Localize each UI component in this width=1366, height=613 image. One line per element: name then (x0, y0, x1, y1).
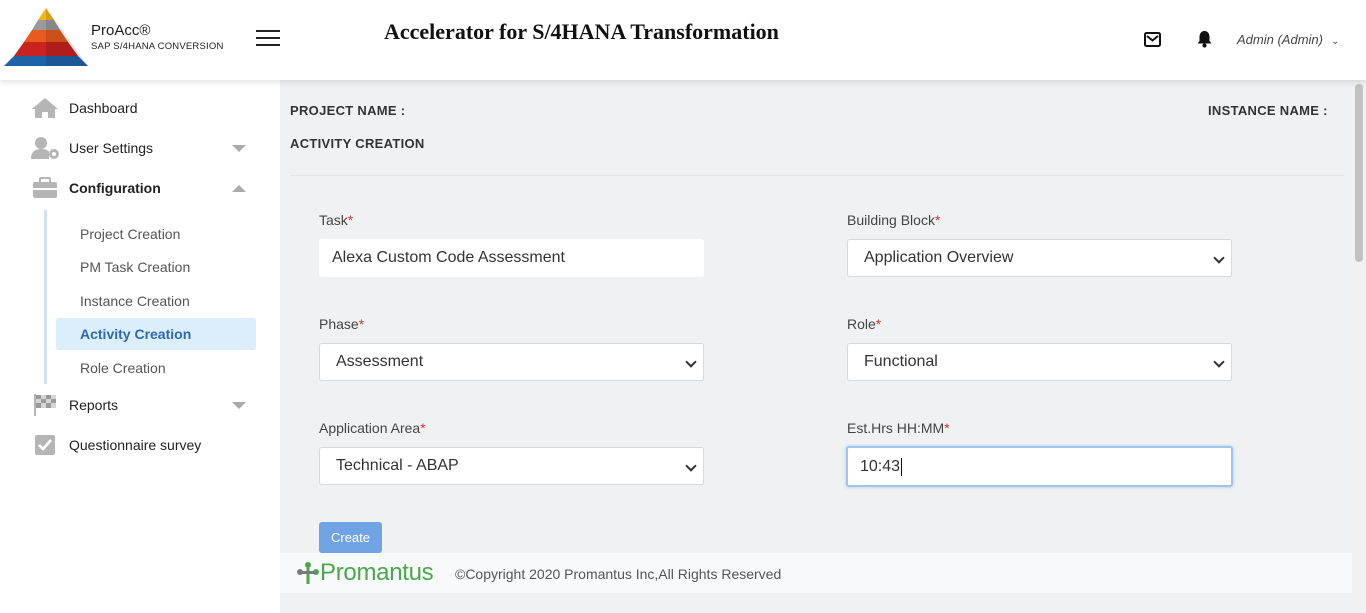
task-value: Alexa Custom Code Assessment (332, 249, 565, 266)
brand-name: ProAcc® (91, 22, 151, 39)
phase-label: Phase* (319, 316, 364, 332)
sidebar-subitem-project-creation[interactable]: Project Creation (56, 218, 256, 250)
role-select[interactable]: Functional (847, 343, 1232, 381)
user-settings-icon (30, 136, 60, 160)
checkbox-checked-icon (30, 433, 60, 457)
briefcase-icon (30, 176, 60, 200)
page-title: ACTIVITY CREATION (290, 136, 425, 151)
user-name: Admin (Admin) (1237, 32, 1323, 47)
est-hrs-label-text: Est.Hrs HH:MM (847, 420, 945, 436)
phase-label-text: Phase (319, 316, 359, 332)
chevron-down-icon: ⌄ (1330, 36, 1340, 47)
instance-name-label: INSTANCE NAME : (1208, 103, 1328, 118)
building-block-value: Application Overview (864, 249, 1014, 266)
sidebar-subitem-instance-creation[interactable]: Instance Creation (56, 285, 256, 317)
est-hrs-label: Est.Hrs HH:MM* (847, 420, 950, 436)
sidebar: Dashboard User Settings Configuration Pr… (0, 80, 280, 613)
application-area-value: Technical - ABAP (336, 457, 459, 474)
phase-select[interactable]: Assessment (319, 343, 704, 381)
section-divider (290, 175, 1344, 176)
home-icon (30, 96, 60, 120)
caret-down-icon (232, 401, 246, 409)
project-name-label: PROJECT NAME : (290, 103, 406, 118)
sidebar-item-label: Reports (69, 397, 119, 413)
sidebar-item-configuration[interactable]: Configuration (30, 174, 260, 202)
task-input[interactable]: Alexa Custom Code Assessment (319, 239, 704, 277)
promantus-logo: Promantus (296, 559, 434, 587)
task-label: Task* (319, 212, 353, 228)
chevron-down-icon (685, 460, 697, 472)
checkered-flag-icon (30, 393, 60, 417)
task-label-text: Task (319, 212, 348, 228)
scrollbar-thumb[interactable] (1355, 84, 1363, 262)
sidebar-subitem-role-creation[interactable]: Role Creation (56, 352, 256, 384)
chevron-down-icon (1213, 252, 1225, 264)
notification-bell-icon[interactable] (1196, 30, 1213, 48)
required-mark: * (934, 212, 941, 228)
hamburger-menu-icon[interactable] (256, 30, 280, 47)
promantus-leaf-icon (297, 562, 319, 584)
required-mark: * (420, 420, 426, 436)
sidebar-item-reports[interactable]: Reports (30, 391, 260, 419)
mail-icon[interactable] (1144, 32, 1161, 47)
role-label: Role* (847, 316, 881, 332)
page-scrollbar[interactable] (1352, 80, 1366, 613)
chevron-down-icon (1213, 356, 1225, 368)
sidebar-item-label: Configuration (69, 180, 161, 196)
copyright-text: ©Copyright 2020 Promantus Inc,All Rights… (455, 566, 782, 582)
top-header: ProAcc® SAP S/4HANA CONVERSION Accelerat… (0, 0, 1366, 80)
application-area-label-text: Application Area (319, 420, 421, 436)
chevron-down-icon (685, 356, 697, 368)
create-button[interactable]: Create (319, 522, 382, 553)
role-value: Functional (864, 353, 938, 370)
caret-up-icon (232, 184, 246, 192)
text-cursor (901, 457, 903, 476)
phase-value: Assessment (336, 353, 424, 370)
required-mark: * (875, 316, 882, 332)
required-mark: * (358, 316, 365, 332)
sidebar-item-user-settings[interactable]: User Settings (30, 134, 260, 162)
app-title: Accelerator for S/4HANA Transformation (384, 19, 779, 44)
est-hrs-input[interactable]: 10:43 (846, 446, 1233, 487)
est-hrs-value: 10:43 (860, 457, 901, 475)
building-block-label: Building Block* (847, 212, 940, 228)
caret-down-icon (232, 144, 246, 152)
user-menu[interactable]: Admin (Admin) ⌄ (1237, 32, 1339, 47)
sidebar-item-questionnaire-survey[interactable]: Questionnaire survey (30, 431, 260, 459)
footer-logo-text: Promantus (320, 559, 434, 586)
sidebar-subitem-pm-task-creation[interactable]: PM Task Creation (56, 251, 256, 283)
sidebar-item-label: User Settings (69, 140, 154, 156)
role-label-text: Role (847, 316, 876, 332)
application-area-label: Application Area* (319, 420, 426, 436)
footer: Promantus ©Copyright 2020 Promantus Inc,… (280, 553, 1366, 593)
submenu-guide-line (44, 210, 47, 384)
sidebar-item-label: Questionnaire survey (69, 437, 202, 453)
proacc-pyramid-logo (4, 8, 88, 66)
sidebar-item-label: Dashboard (69, 100, 138, 116)
sidebar-subitem-activity-creation[interactable]: Activity Creation (56, 318, 256, 350)
required-mark: * (944, 420, 950, 436)
application-area-select[interactable]: Technical - ABAP (319, 447, 704, 485)
brand-subtitle: SAP S/4HANA CONVERSION (91, 41, 224, 52)
required-mark: * (347, 212, 354, 228)
building-block-label-text: Building Block (847, 212, 935, 228)
building-block-select[interactable]: Application Overview (847, 239, 1232, 277)
sidebar-item-dashboard[interactable]: Dashboard (30, 94, 260, 122)
